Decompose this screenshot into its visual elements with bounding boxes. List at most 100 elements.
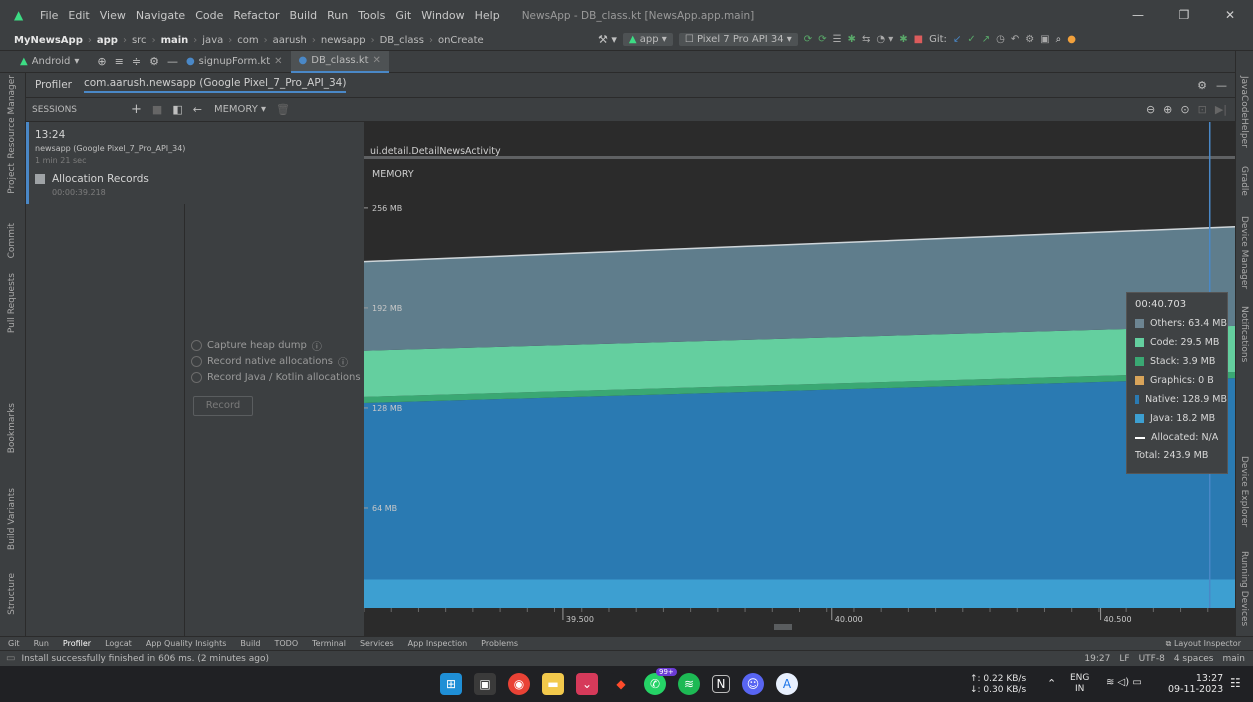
back-icon[interactable]: ← xyxy=(193,103,202,116)
hide-icon[interactable]: — xyxy=(167,55,178,68)
tool-app-inspection[interactable]: App Inspection xyxy=(408,639,468,648)
rollback-icon[interactable]: ↶ xyxy=(1011,34,1019,45)
breadcrumb-item[interactable]: newsapp xyxy=(321,35,366,46)
tool-structure[interactable]: Structure xyxy=(7,573,17,615)
spotify-icon[interactable]: ≋ xyxy=(678,673,700,695)
menu-code[interactable]: Code xyxy=(195,9,223,22)
device-dropdown[interactable]: ☐ Pixel 7 Pro API 34 ▾ xyxy=(678,33,798,46)
radio-button[interactable] xyxy=(191,356,202,367)
search-icon[interactable]: ⌕ xyxy=(1056,34,1062,45)
menu-git[interactable]: Git xyxy=(395,9,411,22)
sync-icon[interactable]: ☰ xyxy=(833,34,842,45)
android-studio-taskbar-icon[interactable]: A xyxy=(776,673,798,695)
git-commit-icon[interactable]: ✓ xyxy=(967,34,975,45)
breadcrumb-item[interactable]: MyNewsApp xyxy=(14,35,83,46)
radio-button[interactable] xyxy=(191,340,202,351)
discord-icon[interactable]: ☺ xyxy=(742,673,764,695)
menu-help[interactable]: Help xyxy=(475,9,500,22)
tool-running-devices[interactable]: Running Devices xyxy=(1239,551,1249,626)
option-native-allocations[interactable]: Record native allocations ⓘ xyxy=(191,354,348,369)
record-button[interactable]: Record xyxy=(193,396,253,416)
menu-window[interactable]: Window xyxy=(421,9,464,22)
tool-gradle[interactable]: Gradle xyxy=(1239,166,1249,196)
tool-terminal[interactable]: Terminal xyxy=(312,639,346,648)
close-tab-icon[interactable]: ✕ xyxy=(373,55,381,66)
radio-button[interactable] xyxy=(191,372,202,383)
language-indicator[interactable]: ENG IN xyxy=(1070,673,1089,695)
status-item[interactable]: UTF-8 xyxy=(1139,654,1165,664)
go-live-icon[interactable]: ▶| xyxy=(1215,103,1227,116)
close-icon[interactable]: ✕ xyxy=(1207,0,1253,31)
memory-chart[interactable]: 256 MB 192 MB 128 MB 64 MB 39.500 40.000 40.50… xyxy=(364,122,1235,636)
stop-session-icon[interactable]: ■ xyxy=(152,103,162,116)
expand-all-icon[interactable]: ≡ xyxy=(115,55,124,68)
history-icon[interactable]: ◷ xyxy=(996,34,1005,45)
zoom-in-icon[interactable]: ⊕ xyxy=(1163,103,1172,116)
profiler-process-tab[interactable]: com.aarush.newsapp (Google Pixel_7_Pro_A… xyxy=(83,77,347,93)
stop-icon[interactable]: ■ xyxy=(914,34,923,45)
tool-logcat[interactable]: Logcat xyxy=(105,639,132,648)
status-item[interactable]: 19:27 xyxy=(1084,654,1110,664)
menu-file[interactable]: File xyxy=(40,9,58,22)
hammer-icon[interactable]: ⚒ ▾ xyxy=(598,33,617,46)
tool-run[interactable]: Run xyxy=(34,639,49,648)
run-config-dropdown[interactable]: ▲ app ▾ xyxy=(622,33,673,46)
file-explorer-icon[interactable]: ▬ xyxy=(542,673,564,695)
option-heap-dump[interactable]: Capture heap dump ⓘ xyxy=(191,338,322,353)
minimize-panel-icon[interactable]: — xyxy=(1216,79,1227,92)
pocket-icon[interactable]: ⌄ xyxy=(576,673,598,695)
breadcrumb-item[interactable]: main xyxy=(161,35,189,46)
tool-services[interactable]: Services xyxy=(360,639,394,648)
tool-project[interactable]: Project xyxy=(7,163,17,194)
help-icon[interactable]: ⓘ xyxy=(338,354,348,369)
debug-icon[interactable]: ✱ xyxy=(848,34,856,45)
tool-git[interactable]: Git xyxy=(8,639,20,648)
status-item[interactable]: LF xyxy=(1119,654,1129,664)
restore-icon[interactable]: ❐ xyxy=(1161,0,1207,31)
memory-dropdown[interactable]: MEMORY ▾ xyxy=(214,104,266,115)
delete-icon[interactable]: 🗑 xyxy=(276,103,290,116)
whatsapp-icon[interactable]: ✆ 99+ xyxy=(644,668,677,695)
windows-start-icon[interactable]: ⊞ xyxy=(440,673,462,695)
apply-code-changes-icon[interactable]: ⟳ xyxy=(818,34,826,45)
attach-debugger-icon[interactable]: ⇆ xyxy=(862,34,870,45)
status-item[interactable]: 4 spaces xyxy=(1174,654,1214,664)
tool-build-variants[interactable]: Build Variants xyxy=(7,488,17,550)
layout-inspector-tool[interactable]: ⧉ Layout Inspector xyxy=(1166,639,1241,649)
collapse-all-icon[interactable]: ≑ xyxy=(132,55,141,68)
collapse-sessions-icon[interactable]: ◧ xyxy=(172,103,182,116)
breadcrumb-item[interactable]: com xyxy=(237,35,258,46)
menu-tools[interactable]: Tools xyxy=(358,9,385,22)
status-item[interactable]: main xyxy=(1223,654,1246,664)
tool-bookmarks[interactable]: Bookmarks xyxy=(7,403,17,453)
locate-icon[interactable]: ⊕ xyxy=(97,55,106,68)
tool-resource-manager[interactable]: Resource Manager xyxy=(7,75,17,159)
layout-icon[interactable]: ▣ xyxy=(1040,34,1049,45)
chrome-icon[interactable]: ◉ xyxy=(508,673,530,695)
app-diamond-icon[interactable]: ◆ xyxy=(610,673,632,695)
system-tray-icons[interactable]: ≋ ◁) ▭ xyxy=(1106,677,1142,688)
notion-icon[interactable]: N xyxy=(712,675,730,693)
tool-profiler[interactable]: Profiler xyxy=(63,639,91,648)
breadcrumb-item[interactable]: app xyxy=(97,35,118,46)
close-tab-icon[interactable]: ✕ xyxy=(274,56,282,67)
tool-notifications[interactable]: Notifications xyxy=(1239,306,1249,362)
profile-icon[interactable]: ◔ ▾ xyxy=(876,34,893,45)
menu-edit[interactable]: Edit xyxy=(68,9,89,22)
tool-app-quality-insights[interactable]: App Quality Insights xyxy=(146,639,227,648)
breadcrumb-item[interactable]: DB_class xyxy=(380,35,424,46)
git-push-icon[interactable]: ↗ xyxy=(982,34,990,45)
tool-javacodehelper[interactable]: JavaCodeHelper xyxy=(1239,76,1249,148)
tool-commit[interactable]: Commit xyxy=(7,223,17,258)
menu-view[interactable]: View xyxy=(100,9,126,22)
menu-refactor[interactable]: Refactor xyxy=(233,9,279,22)
task-view-icon[interactable]: ▣ xyxy=(474,673,496,695)
tool-device-manager[interactable]: Device Manager xyxy=(1239,216,1249,289)
menu-navigate[interactable]: Navigate xyxy=(136,9,185,22)
git-update-icon[interactable]: ↙ xyxy=(953,34,961,45)
tool-todo[interactable]: TODO xyxy=(274,639,298,648)
breadcrumb-item[interactable]: java xyxy=(202,35,223,46)
minimize-icon[interactable]: — xyxy=(1115,0,1161,31)
help-icon[interactable]: ⓘ xyxy=(312,338,322,353)
zoom-out-icon[interactable]: ⊖ xyxy=(1146,103,1155,116)
